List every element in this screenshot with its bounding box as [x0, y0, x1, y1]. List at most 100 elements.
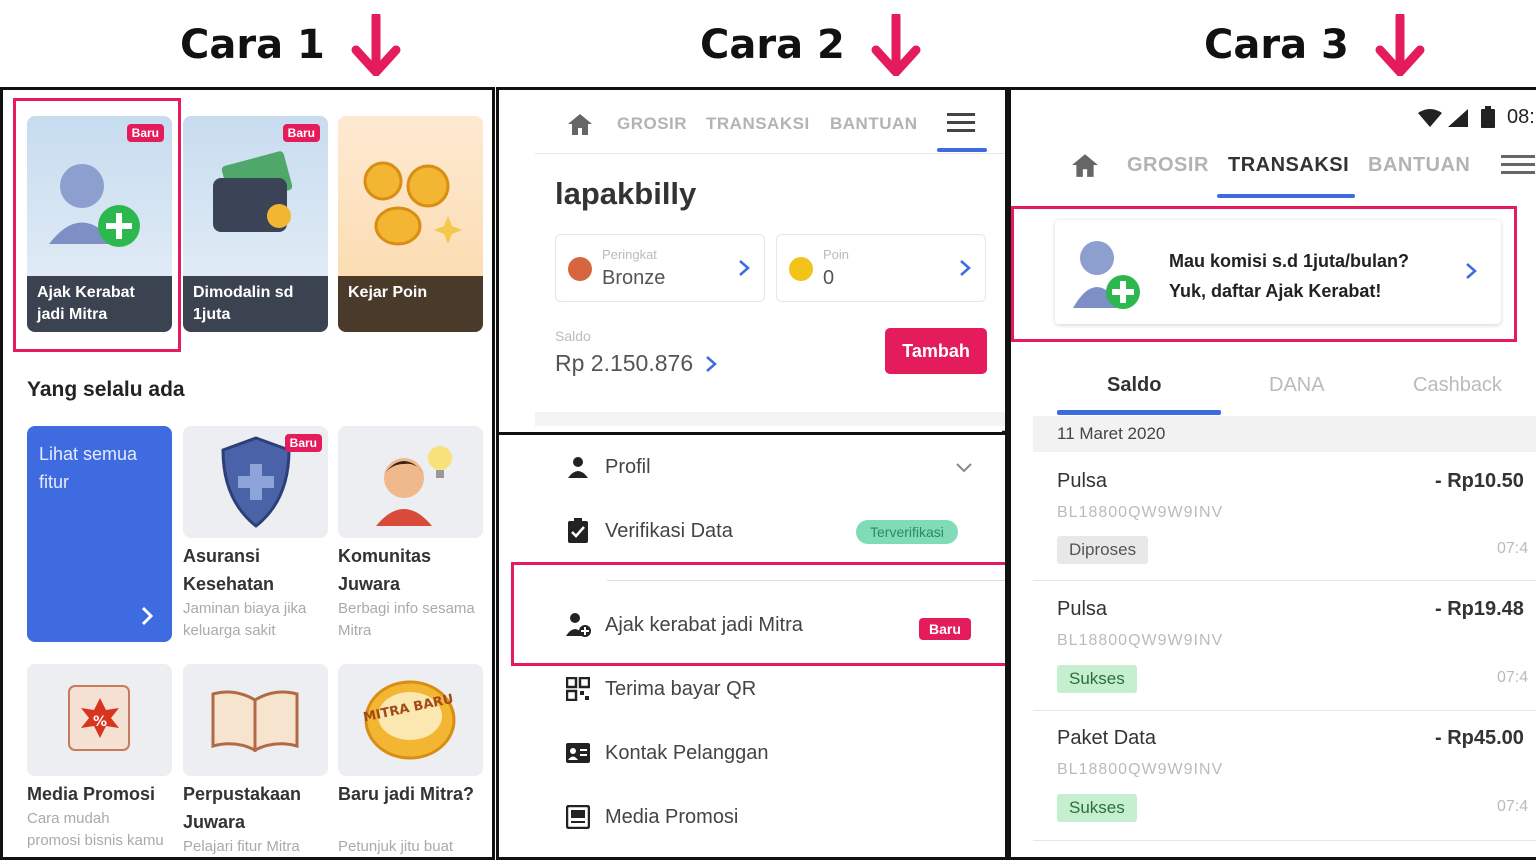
divider	[1033, 710, 1536, 711]
menu-label: Media Promosi	[605, 805, 739, 828]
wifi-icon	[1418, 109, 1442, 127]
chevron-down-icon[interactable]	[955, 462, 973, 474]
rank-card[interactable]: Peringkat Bronze	[555, 234, 765, 302]
tambah-button[interactable]: Tambah	[885, 328, 987, 374]
date-text: 11 Maret 2020	[1057, 424, 1166, 443]
tx-name: Pulsa	[1057, 598, 1108, 620]
active-tab-indicator	[1217, 194, 1355, 198]
menu-label: Terima bayar QR	[605, 677, 757, 700]
section-title: Yang selalu ada	[27, 378, 185, 401]
active-tab-indicator	[937, 148, 987, 152]
tile-subtitle: Jaminan biaya jika keluarga sakit	[183, 600, 307, 639]
see-all-features-button[interactable]: Lihat semua fitur	[27, 426, 172, 642]
chevron-right-icon	[706, 355, 718, 372]
heading-cara-2: Cara 2	[700, 14, 921, 76]
tile-title: Perpustakaan Juwara	[183, 784, 302, 832]
tx-name: Pulsa	[1057, 470, 1108, 492]
chevron-right-icon	[141, 606, 154, 626]
bronze-medal-icon	[568, 257, 592, 281]
hamburger-menu-icon[interactable]	[947, 112, 975, 134]
tab-transaksi[interactable]: TRANSAKSI	[1228, 154, 1349, 177]
tab-grosir[interactable]: GROSIR	[1127, 154, 1209, 177]
divider	[535, 153, 1005, 154]
tile-asuransi[interactable]: Baru	[183, 426, 328, 538]
menu-verifikasi-data[interactable]: Verifikasi Data	[565, 518, 733, 544]
menu-terima-bayar-qr[interactable]: Terima bayar QR	[565, 676, 756, 702]
points-label: Poin	[823, 247, 850, 262]
arrow-down-icon	[871, 14, 921, 76]
tile-perpustakaan[interactable]	[183, 664, 328, 776]
tx-amount: - Rp45.00	[1435, 727, 1524, 749]
tile-subtitle: Pelajari fitur Mitra	[183, 838, 300, 855]
tile-baru-jadi-mitra[interactable]: MITRA BARU	[338, 664, 483, 776]
card-label: Dimodalin sd 1juta	[183, 276, 328, 332]
card-dimodalin[interactable]: Baru Dimodalin sd 1juta	[183, 116, 328, 332]
tab-dana[interactable]: DANA	[1269, 374, 1325, 397]
tx-code: BL18800QW9W9INV	[1057, 632, 1224, 649]
mitra-baru-icon: MITRA BARU	[362, 680, 456, 760]
status-badge: Diproses	[1057, 536, 1149, 564]
active-subtab-indicator	[1057, 410, 1221, 415]
promo-icon	[565, 804, 591, 830]
tab-grosir[interactable]: GROSIR	[617, 114, 687, 134]
card-kejar-poin[interactable]: Kejar Poin	[338, 116, 483, 332]
card-label: Kejar Poin	[338, 276, 483, 332]
highlight-box	[1011, 206, 1517, 342]
menu-kontak-pelanggan[interactable]: Kontak Pelanggan	[565, 740, 768, 766]
home-icon[interactable]	[567, 112, 593, 136]
highlight-box	[13, 98, 181, 352]
menu-label: Profil	[605, 455, 651, 478]
signal-icon	[1448, 109, 1468, 127]
person-icon	[565, 454, 591, 480]
section-gap	[535, 412, 1005, 426]
tx-time: 07:4	[1497, 669, 1529, 686]
tab-cashback[interactable]: Cashback	[1413, 374, 1502, 397]
baru-badge: Baru	[284, 434, 322, 452]
divider	[1033, 580, 1536, 581]
see-all-label: Lihat semua fitur	[39, 444, 138, 492]
battery-icon	[1481, 106, 1495, 128]
contact-icon	[565, 740, 591, 766]
heading-text: Cara 1	[180, 22, 325, 68]
panel-cara-3: 08: GROSIR TRANSAKSI BANTUAN Mau komisi …	[1008, 87, 1536, 860]
heading-text: Cara 3	[1204, 22, 1349, 68]
panel-cara-2: GROSIR TRANSAKSI BANTUAN lapakbilly Peri…	[496, 87, 1008, 860]
tile-komunitas[interactable]	[338, 426, 483, 538]
points-card[interactable]: Poin 0	[776, 234, 986, 302]
tab-saldo[interactable]: Saldo	[1107, 374, 1161, 397]
tile-title: Asuransi Kesehatan	[183, 546, 275, 594]
tile-title: Baru jadi Mitra?	[338, 784, 475, 804]
rank-value: Bronze	[602, 267, 666, 289]
tab-transaksi[interactable]: TRANSAKSI	[706, 114, 810, 134]
panel-cara-1: Baru Ajak Kerabat jadi Mitra Baru Dimoda…	[0, 87, 495, 860]
chevron-right-icon	[960, 260, 971, 276]
promo-icon: %	[68, 685, 130, 751]
heading-cara-3: Cara 3	[1204, 14, 1425, 76]
menu-profil[interactable]: Profil	[565, 454, 651, 480]
divider-line	[499, 432, 1005, 435]
tx-amount: - Rp10.50	[1435, 470, 1524, 492]
balance-row[interactable]: Rp 2.150.876	[555, 350, 718, 377]
clipboard-check-icon	[565, 518, 591, 544]
community-icon	[376, 446, 452, 526]
tile-subtitle: Berbagi info sesama Mitra	[338, 600, 475, 639]
hamburger-menu-icon[interactable]	[1501, 154, 1535, 176]
heading-cara-1: Cara 1	[180, 14, 401, 76]
menu-label: Kontak Pelanggan	[605, 741, 769, 764]
tx-code: BL18800QW9W9INV	[1057, 504, 1224, 521]
balance-value: Rp 2.150.876	[555, 350, 694, 376]
status-time: 08:	[1507, 106, 1535, 128]
home-icon[interactable]	[1071, 152, 1099, 178]
chevron-right-icon	[739, 260, 750, 276]
svg-text:%: %	[93, 714, 107, 730]
tab-bantuan[interactable]: BANTUAN	[830, 114, 918, 134]
coins-icon	[363, 161, 462, 246]
menu-media-promosi[interactable]: Media Promosi	[565, 804, 738, 830]
divider	[1033, 840, 1536, 841]
shield-icon	[221, 436, 291, 528]
points-value: 0	[823, 267, 835, 289]
tab-bantuan[interactable]: BANTUAN	[1368, 154, 1470, 177]
rank-label: Peringkat	[602, 247, 657, 262]
tile-media-promosi[interactable]: %	[27, 664, 172, 776]
username: lapakbilly	[555, 176, 697, 211]
